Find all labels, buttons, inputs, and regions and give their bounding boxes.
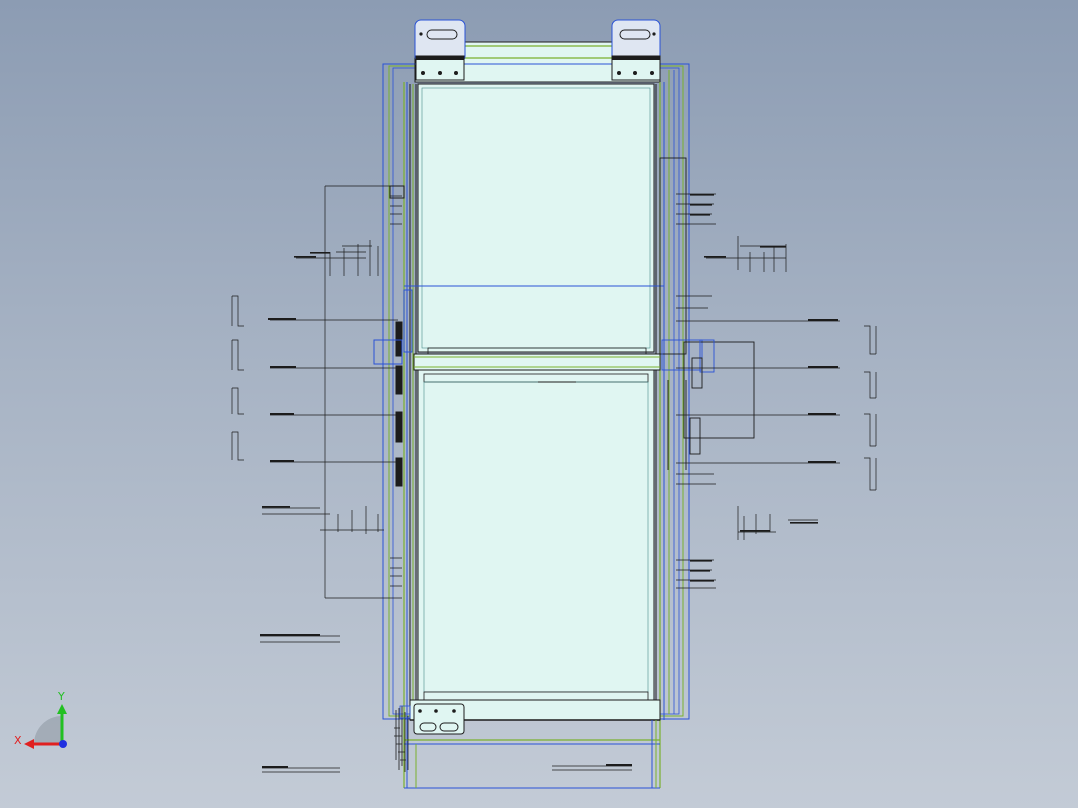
triad-x-label: X bbox=[14, 734, 22, 747]
cad-viewport[interactable]: Y X bbox=[0, 0, 1078, 808]
triad-y-arrowhead-icon bbox=[57, 704, 67, 714]
lower-door-panel[interactable] bbox=[417, 369, 655, 707]
middle-divider bbox=[413, 353, 661, 371]
top-right-hinge-bracket[interactable] bbox=[611, 19, 661, 81]
cabinet-assembly[interactable] bbox=[373, 19, 755, 789]
upper-door-panel[interactable] bbox=[404, 83, 664, 355]
triad-y-label: Y bbox=[57, 690, 65, 703]
triad-x-arrowhead-icon bbox=[24, 739, 34, 749]
coordinate-triad[interactable]: Y X bbox=[14, 690, 67, 749]
top-left-hinge-bracket[interactable] bbox=[414, 19, 466, 81]
bottom-left-hinge-bracket[interactable] bbox=[413, 703, 465, 735]
triad-arc-icon bbox=[34, 716, 62, 744]
triad-z-axis-icon bbox=[59, 740, 67, 748]
